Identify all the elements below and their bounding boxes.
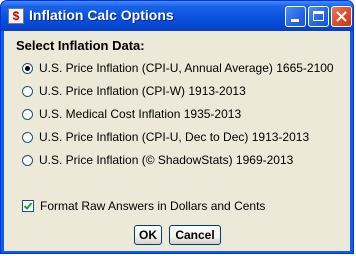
cancel-button[interactable]: Cancel xyxy=(169,225,221,245)
maximize-icon xyxy=(313,11,324,21)
radio-option-label: U.S. Price Inflation (© ShadowStats) 196… xyxy=(39,153,294,167)
close-button[interactable] xyxy=(331,6,352,27)
radio-option-label: U.S. Price Inflation (CPI-W) 1913-2013 xyxy=(39,84,246,98)
radio-option-medical[interactable]: U.S. Medical Cost Inflation 1935-2013 xyxy=(22,106,241,122)
format-dollars-checkbox-row[interactable]: Format Raw Answers in Dollars and Cents xyxy=(22,198,265,214)
radio-button[interactable] xyxy=(22,131,33,143)
minimize-button[interactable] xyxy=(285,6,306,27)
radio-button[interactable] xyxy=(22,85,33,97)
radio-option-label: U.S. Price Inflation (CPI-U, Dec to Dec)… xyxy=(39,130,310,144)
radio-button[interactable] xyxy=(22,108,33,120)
format-dollars-checkbox[interactable] xyxy=(22,200,34,212)
radio-option-label: U.S. Price Inflation (CPI-U, Annual Aver… xyxy=(39,61,334,75)
radio-option-cpi-w[interactable]: U.S. Price Inflation (CPI-W) 1913-2013 xyxy=(22,83,246,99)
radio-button[interactable] xyxy=(22,62,33,74)
dialog-body: Select Inflation Data: U.S. Price Inflat… xyxy=(4,31,350,251)
close-icon xyxy=(336,11,347,22)
dollar-icon: $ xyxy=(8,8,24,24)
format-dollars-label: Format Raw Answers in Dollars and Cents xyxy=(40,199,266,213)
radio-button[interactable] xyxy=(22,154,33,166)
section-heading: Select Inflation Data: xyxy=(16,38,145,53)
radio-option-label: U.S. Medical Cost Inflation 1935-2013 xyxy=(39,107,242,121)
title-bar[interactable]: $ Inflation Calc Options xyxy=(1,1,353,31)
radio-option-shadowstats[interactable]: U.S. Price Inflation (© ShadowStats) 196… xyxy=(22,152,293,168)
window-title: Inflation Calc Options xyxy=(29,7,174,23)
checkmark-icon xyxy=(23,202,33,210)
ok-button[interactable]: OK xyxy=(134,225,162,245)
radio-option-cpi-u-annual[interactable]: U.S. Price Inflation (CPI-U, Annual Aver… xyxy=(22,60,334,76)
options-dialog: $ Inflation Calc Options Select Inflatio… xyxy=(0,0,354,254)
maximize-button[interactable] xyxy=(308,6,329,27)
minimize-icon xyxy=(291,19,299,22)
radio-option-cpi-u-dec[interactable]: U.S. Price Inflation (CPI-U, Dec to Dec)… xyxy=(22,129,309,145)
